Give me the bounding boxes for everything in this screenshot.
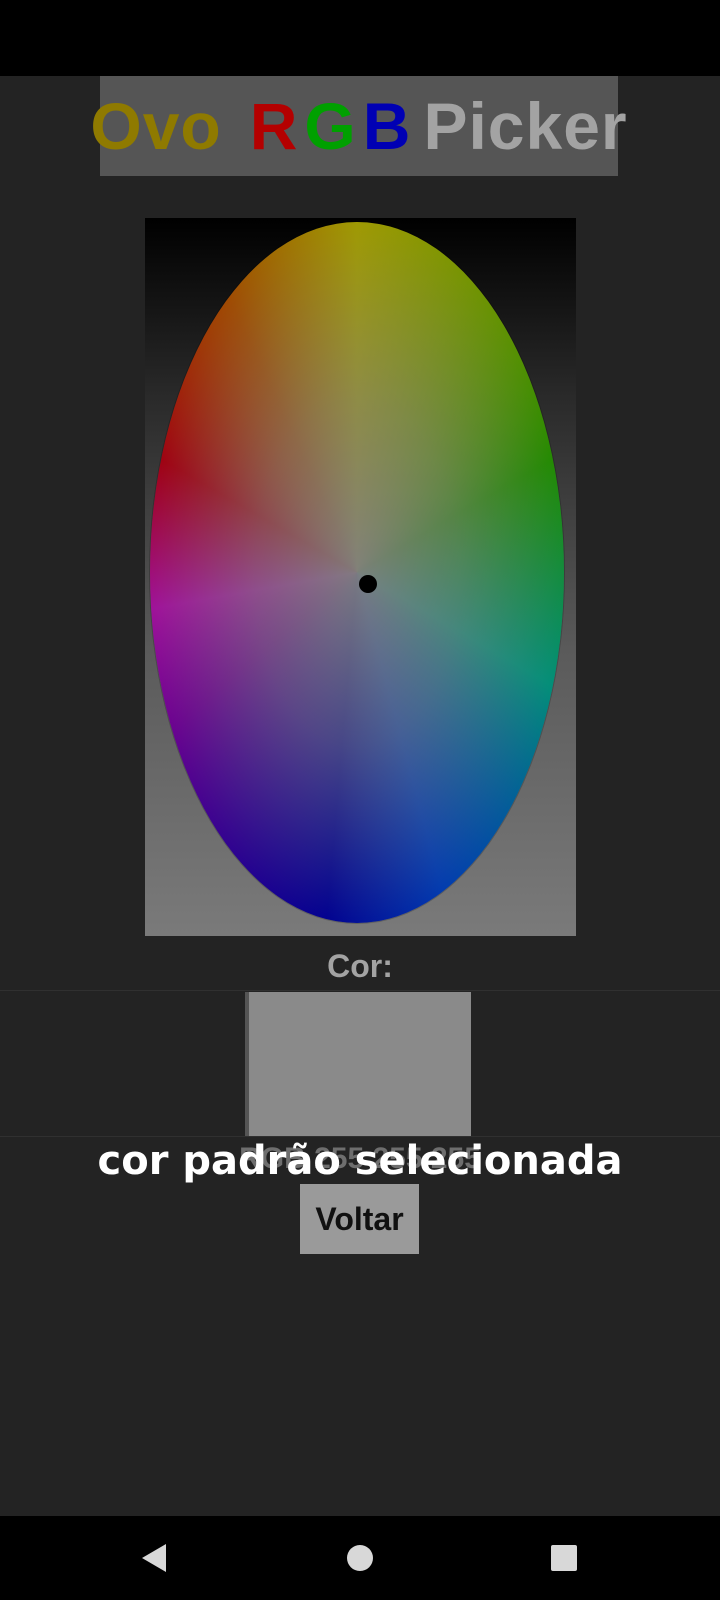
selection-dot[interactable] [359, 575, 377, 593]
title-ovo: Ovo [90, 89, 222, 163]
title-r: R [249, 89, 299, 163]
app-title-banner: Ovo R G B Picker [90, 76, 627, 176]
title-picker: Picker [423, 89, 628, 163]
color-wheel-oval[interactable] [150, 222, 564, 923]
back-triangle-icon [142, 1544, 166, 1572]
divider-bottom [0, 1136, 720, 1137]
back-button[interactable]: Voltar [300, 1184, 419, 1254]
recents-square-icon [551, 1545, 577, 1571]
system-nav-bar [0, 1516, 720, 1600]
toast-message: cor padrão selecionada [97, 1138, 623, 1184]
nav-back-button[interactable] [138, 1542, 170, 1574]
nav-recents-button[interactable] [548, 1542, 580, 1574]
nav-home-button[interactable] [344, 1542, 376, 1574]
divider-top [0, 990, 720, 991]
selected-color-label: Cor: [327, 948, 393, 984]
home-circle-icon [347, 1545, 373, 1571]
color-picker-panel[interactable] [145, 218, 576, 936]
color-swatch [245, 992, 471, 1136]
title-b: B [362, 89, 412, 163]
title-g: G [304, 89, 357, 163]
status-bar [0, 0, 720, 76]
